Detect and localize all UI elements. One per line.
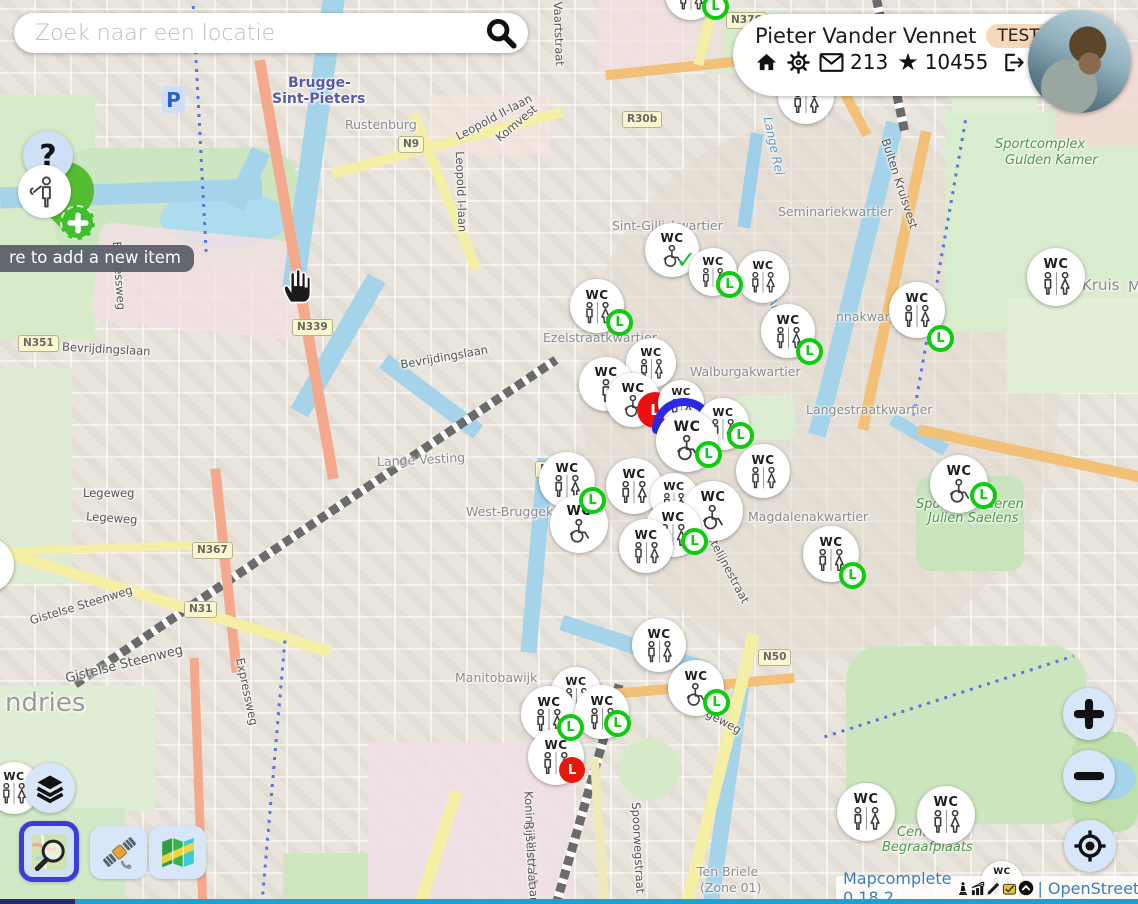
wc-marker[interactable]: WC (737, 251, 789, 303)
wc-marker[interactable]: WC (917, 786, 975, 844)
editor-icon[interactable] (1002, 881, 1017, 896)
satellite-icon (99, 834, 139, 872)
wc-marker[interactable]: WCL (761, 304, 815, 358)
wc-marker[interactable]: WC (1027, 248, 1085, 306)
hand-cursor-icon (281, 266, 314, 310)
wc-marker[interactable]: WC (632, 618, 686, 672)
message-count: 213 (850, 50, 888, 74)
add-item-tooltip: re to add a new item (0, 245, 194, 272)
wc-marker[interactable]: WCL (689, 248, 737, 296)
star-icon[interactable]: ★ (897, 50, 919, 74)
statistics-icon[interactable] (971, 881, 985, 896)
home-icon[interactable] (755, 51, 778, 74)
green-clock-badge-icon: L (727, 422, 754, 449)
green-clock-badge-icon: L (695, 441, 722, 468)
new-item-icon (28, 174, 62, 210)
attribution-bar: Mapcomplete 0.18.2 | OpenStreetMap (836, 876, 1138, 900)
edit-pencil-icon[interactable] (986, 881, 1001, 896)
green-clock-badge-icon: L (703, 689, 730, 716)
user-avatar[interactable] (1028, 10, 1131, 113)
wc-marker[interactable]: WC✓ (645, 223, 699, 277)
basemap-style-map-button[interactable] (149, 826, 206, 879)
osm-map-search-icon (28, 832, 70, 872)
geolocate-button[interactable] (1064, 820, 1116, 872)
add-item-button[interactable] (18, 165, 71, 218)
add-item-plus-icon[interactable] (60, 205, 95, 240)
messages-icon[interactable] (819, 52, 844, 73)
layers-button[interactable] (25, 763, 75, 813)
green-clock-badge-icon: L (557, 714, 584, 741)
zoom-out-button[interactable] (1063, 750, 1115, 802)
wc-marker[interactable]: WCL (668, 660, 724, 716)
layers-icon (35, 773, 65, 803)
wc-marker[interactable]: WC (619, 519, 673, 573)
star-count: 10455 (925, 50, 989, 74)
map-canvas[interactable]: Brugge-Sint-PietersRustenburgSint-Gillis… (0, 0, 1138, 904)
green-clock-badge-icon: L (716, 271, 743, 298)
statue-icon[interactable] (956, 881, 970, 896)
basemap-style-satellite-button[interactable] (90, 826, 147, 879)
green-clock-badge-icon: L (606, 309, 633, 336)
green-clock-badge-icon: L (927, 325, 954, 352)
wc-marker[interactable]: WCL (930, 455, 988, 513)
check-badge-icon: ✓ (676, 246, 696, 274)
green-clock-badge-icon: L (604, 710, 631, 737)
location-search[interactable] (14, 13, 528, 53)
green-clock-badge-icon: L (681, 528, 708, 555)
search-icon[interactable] (484, 16, 518, 50)
wc-marker[interactable]: WC (0, 537, 14, 593)
green-clock-badge-icon: L (970, 482, 997, 509)
plus-icon (1074, 699, 1104, 729)
wc-marker[interactable]: WCL (803, 526, 859, 582)
logout-icon[interactable] (1001, 51, 1025, 74)
search-input[interactable] (33, 20, 484, 47)
wc-marker[interactable]: WC (837, 783, 895, 841)
crosshair-icon (1073, 829, 1107, 863)
green-clock-badge-icon: L (796, 338, 823, 365)
minus-icon (1074, 761, 1104, 791)
attribution-separator: | (1038, 879, 1043, 898)
green-clock-badge-icon: L (702, 0, 729, 20)
folded-map-icon (158, 834, 198, 872)
wc-marker[interactable]: WCL (570, 279, 624, 333)
green-clock-badge-icon: L (579, 487, 606, 514)
zoom-in-button[interactable] (1063, 688, 1115, 740)
theme-progress-bar (0, 899, 1138, 904)
map-markers-layer: WCLWCWC✓WCLWCWCLWCLWCLWCWCWCWCLWCWCLWCLW… (0, 0, 1138, 904)
wc-marker[interactable]: WCL (656, 410, 718, 472)
wc-marker[interactable]: WCL (665, 0, 717, 20)
user-name: Pieter Vander Vennet (755, 24, 976, 48)
wc-marker[interactable]: WC (736, 444, 790, 498)
basemap-style-osm-button[interactable] (19, 821, 79, 882)
green-clock-badge-icon: L (839, 562, 866, 589)
red-clock-badge-icon: L (559, 757, 585, 783)
settings-gear-icon[interactable] (787, 51, 810, 74)
license-icon[interactable] (1018, 880, 1034, 896)
wc-marker[interactable]: WCL (889, 282, 945, 338)
osm-link[interactable]: OpenStreetMap (1048, 879, 1138, 898)
